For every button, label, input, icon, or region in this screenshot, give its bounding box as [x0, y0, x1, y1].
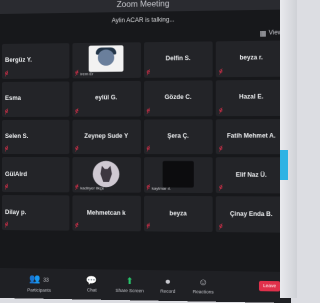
- participant-name: Delfin S.: [165, 56, 191, 63]
- participant-tile[interactable]: Şera Ç. ɇ: [143, 118, 213, 155]
- participant-name: Hazal E.: [239, 94, 264, 101]
- muted-mic-icon: ɇ: [75, 184, 79, 191]
- record-label: Record: [160, 288, 176, 294]
- muted-mic-icon: ɇ: [146, 107, 151, 115]
- participant-tile[interactable]: Mehmetcan k ɇ: [72, 195, 141, 232]
- reactions-label: Reactions: [192, 289, 214, 295]
- participant-tile[interactable]: Çinay Enda B. ɇ: [216, 196, 287, 233]
- participant-avatar: [88, 45, 124, 73]
- participant-tile[interactable]: Hazal E. ɇ: [216, 79, 287, 116]
- muted-mic-icon: ɇ: [219, 107, 223, 114]
- muted-mic-icon: ɇ: [75, 108, 79, 115]
- participant-tile[interactable]: Dilay p. ɇ: [1, 195, 70, 231]
- chat-button[interactable]: 💬 Chat: [74, 269, 109, 300]
- record-button[interactable]: ⏺ Record: [150, 270, 185, 301]
- desktop-edge: [280, 0, 297, 298]
- participant-tile[interactable]: GülAlrd ɇ: [1, 157, 70, 193]
- participant-tile[interactable]: beyza r. ɇ: [216, 40, 287, 78]
- muted-mic-icon: ɇ: [219, 68, 223, 75]
- participant-tile[interactable]: Fatih Mehmet A. ɇ: [216, 118, 287, 155]
- muted-mic-icon: ɇ: [219, 224, 223, 231]
- zoom-window: Zoom Meeting Aylin ACAR is talking... ▦ …: [0, 0, 291, 303]
- participant-name: Zeynep Sude Y: [84, 133, 129, 140]
- muted-mic-icon: ɇ: [146, 69, 151, 76]
- participant-tile[interactable]: Esma ɇ: [1, 81, 70, 117]
- participant-name: GülAlrd: [4, 171, 28, 178]
- participant-name: Bergüz Y.: [4, 58, 32, 65]
- participant-tile[interactable]: Zeynep Sude Y ɇ: [72, 119, 141, 155]
- participant-name: Esma: [4, 96, 22, 103]
- share-screen-label: Share Screen: [115, 287, 144, 294]
- muted-mic-icon: ɇ: [146, 223, 151, 230]
- participant-name: Elif Naz Ü.: [235, 172, 267, 179]
- participant-label: kadiryer ilkçe: [80, 185, 105, 191]
- muted-mic-icon: ɇ: [219, 185, 223, 192]
- participant-avatar: [92, 160, 120, 188]
- participant-label: irem Er: [80, 70, 94, 77]
- reactions-button[interactable]: ☺ Reactions: [185, 271, 221, 302]
- participant-grid: Bergüz Y. ɇ ɇ irem Er Delfin S. ɇ beyza r. ɇ…: [1, 40, 287, 271]
- participants-button[interactable]: 👥 33 Participants: [0, 268, 74, 299]
- muted-mic-icon: ɇ: [75, 70, 79, 77]
- participant-name: eylül G.: [95, 95, 118, 102]
- participant-name: beyza r.: [239, 55, 263, 63]
- participant-tile[interactable]: Elif Naz Ü. ɇ: [216, 157, 287, 194]
- participant-name: Fatih Mehmet A.: [226, 133, 276, 140]
- reactions-icon: ☺: [198, 276, 209, 288]
- participants-label: Participants: [27, 287, 51, 293]
- muted-mic-icon: ɇ: [4, 70, 9, 77]
- chat-icon: 💬: [86, 275, 98, 286]
- muted-mic-icon: ɇ: [4, 108, 9, 115]
- muted-mic-icon: ɇ: [219, 146, 223, 153]
- side-panel-tab[interactable]: [280, 150, 288, 180]
- muted-mic-icon: ɇ: [4, 184, 9, 191]
- participant-tile[interactable]: Delfin S. ɇ: [143, 41, 213, 78]
- participant-tile[interactable]: ɇ kaytmar ıl.: [143, 157, 213, 194]
- participant-name: Gözde C.: [164, 95, 192, 102]
- participant-tile[interactable]: beyza ɇ: [143, 196, 213, 233]
- participant-name: beyza: [169, 210, 187, 218]
- muted-mic-icon: ɇ: [75, 222, 79, 229]
- muted-mic-icon: ɇ: [4, 146, 9, 153]
- participant-tile[interactable]: Bergüz Y. ɇ: [1, 43, 70, 79]
- participant-name: Dilay p.: [4, 209, 27, 216]
- participants-count: 33: [43, 277, 49, 284]
- participants-icon: 👥 33: [29, 273, 49, 284]
- share-screen-button[interactable]: ⬆ Share Screen: [109, 270, 150, 301]
- muted-mic-icon: ɇ: [146, 146, 151, 153]
- muted-mic-icon: ɇ: [75, 146, 79, 153]
- view-button[interactable]: ▦ View: [259, 29, 282, 38]
- participant-avatar: [162, 160, 194, 188]
- participant-tile[interactable]: ɇ kadiryer ilkçe: [72, 157, 141, 194]
- participant-name: Selen S.: [4, 134, 29, 141]
- grid-icon: ▦: [259, 30, 267, 38]
- participant-tile[interactable]: ɇ irem Er: [72, 42, 141, 79]
- muted-mic-icon: ɇ: [146, 184, 151, 192]
- participant-name: Mehmetcan k: [86, 210, 126, 217]
- active-speaker-text: Aylin ACAR is talking...: [111, 17, 175, 25]
- participant-tile[interactable]: eylül G. ɇ: [72, 80, 141, 117]
- share-screen-icon: ⬆: [125, 275, 134, 287]
- participant-name: Şera Ç.: [167, 133, 189, 140]
- chat-label: Chat: [86, 287, 97, 293]
- participant-name: Çinay Enda B.: [229, 211, 273, 218]
- participant-label: kaytmar ıl.: [151, 185, 171, 192]
- leave-button[interactable]: Leave: [258, 280, 281, 292]
- participant-tile[interactable]: Selen S. ɇ: [1, 119, 70, 155]
- muted-mic-icon: ɇ: [4, 222, 9, 229]
- record-icon: ⏺: [165, 276, 171, 287]
- participant-tile[interactable]: Gözde C. ɇ: [143, 80, 213, 117]
